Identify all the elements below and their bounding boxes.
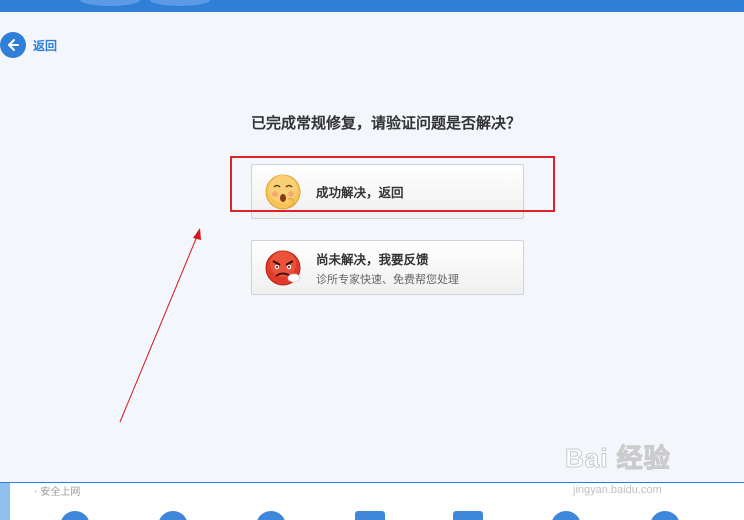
watermark-logo: Bai 经验	[565, 443, 671, 474]
baidu-jingyan-watermark: Bai 经验 jingyan.baidu.com	[565, 438, 715, 500]
repair-panel: 返回 已完成常规修复，请验证问题是否解决？ 成功解决，返回 尚未解决，我要反馈 …	[0, 12, 744, 482]
title-bar-tab	[150, 0, 210, 6]
network-tool-icon[interactable]	[60, 511, 90, 520]
bottom-section-label: · 安全上网	[34, 487, 81, 498]
wifi-tool-icon[interactable]	[158, 511, 188, 520]
unresolved-feedback-button[interactable]: 尚未解决，我要反馈 诊所专家快速、免费帮您处理	[251, 240, 524, 295]
highlight-annotation-box	[230, 156, 555, 212]
option-title: 尚未解决，我要反馈	[316, 251, 429, 267]
angry-face-icon	[265, 250, 301, 285]
verify-question: 已完成常规修复，请验证问题是否解决？	[250, 114, 521, 132]
bottom-side-stripe	[0, 483, 10, 520]
back-label: 返回	[33, 38, 58, 53]
option-subtitle: 诊所专家快速、免费帮您处理	[316, 272, 459, 286]
watermark-url: jingyan.baidu.com	[573, 484, 662, 496]
title-bar	[0, 0, 744, 12]
shield-tool-icon[interactable]	[256, 511, 286, 520]
window-tool-icon[interactable]	[453, 511, 483, 520]
mail-tool-icon[interactable]	[355, 511, 385, 520]
globe-tool-icon[interactable]	[551, 511, 581, 520]
speed-tool-icon[interactable]	[650, 511, 680, 520]
title-bar-tab	[80, 0, 140, 6]
back-arrow-icon	[0, 32, 26, 58]
back-button[interactable]: 返回	[0, 32, 57, 58]
